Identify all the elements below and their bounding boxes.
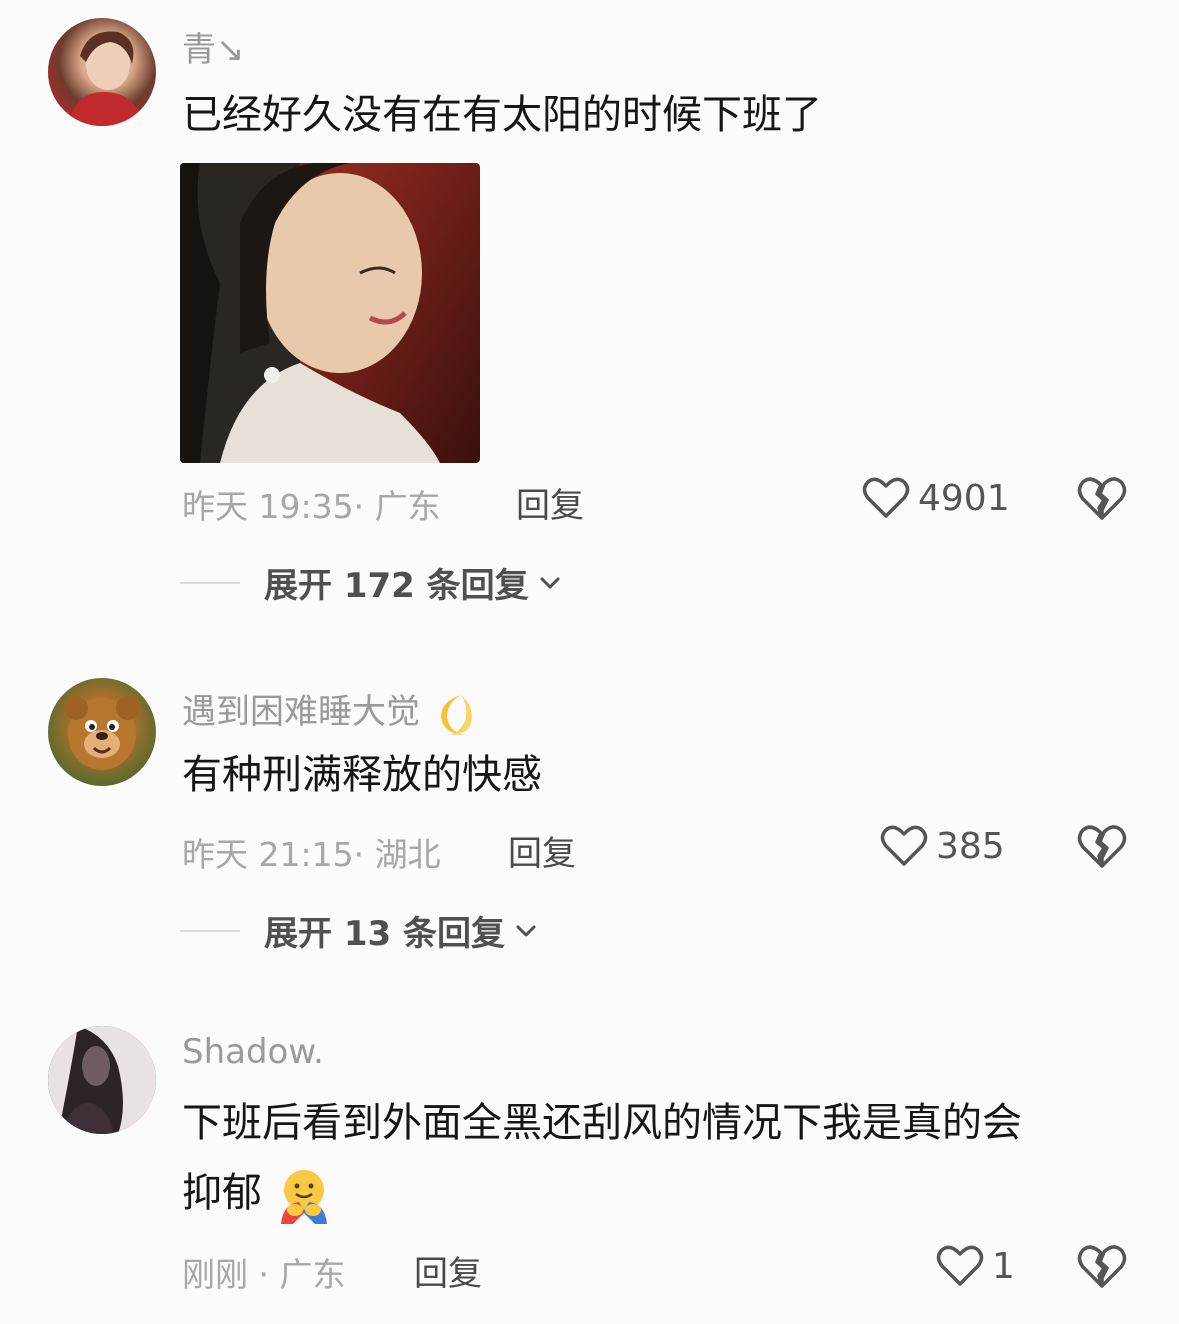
like-count: 385 (936, 825, 1005, 867)
avatar[interactable] (48, 1026, 156, 1134)
comment-text-line2: 抑郁 (182, 1158, 1142, 1228)
comment-text: 有种刑满释放的快感 (182, 752, 542, 798)
dislike-button[interactable] (1077, 1242, 1127, 1294)
username[interactable]: Shadow. (182, 1032, 324, 1072)
reply-button[interactable]: 回复 (414, 1246, 482, 1295)
chevron-down-icon (516, 925, 536, 936)
heart-outline-icon (880, 825, 928, 866)
like-button[interactable]: 385 (880, 822, 1005, 870)
expand-replies[interactable]: 展开 172 条回复 (180, 558, 563, 607)
comment-text: 已经好久没有在有太阳的时候下班了 (182, 92, 822, 138)
broken-heart-icon (1077, 1245, 1127, 1288)
heart-outline-icon (862, 477, 910, 518)
username-text: 遇到困难睡大觉 (182, 692, 420, 732)
expand-replies-label: 展开 172 条回复 (264, 566, 529, 606)
comment-time-location: 刚刚 · 广东 (182, 1255, 346, 1294)
reply-button[interactable]: 回复 (516, 478, 584, 527)
like-button[interactable]: 4901 (862, 474, 1010, 522)
avatar[interactable] (48, 678, 156, 786)
broken-heart-icon (1077, 477, 1127, 520)
comment-text-line2-text: 抑郁 (182, 1170, 262, 1216)
dislike-button[interactable] (1077, 474, 1127, 526)
divider-line (180, 581, 240, 584)
avatar[interactable] (48, 18, 156, 126)
like-button[interactable]: 1 (936, 1242, 1015, 1290)
reply-button[interactable]: 回复 (508, 826, 576, 875)
comment-text-line1: 下班后看到外面全黑还刮风的情况下我是真的会 (182, 1100, 1022, 1146)
hug-emoji (280, 1170, 327, 1224)
expand-replies-label: 展开 13 条回复 (264, 914, 505, 954)
comment-time-location: 昨天 21:15· 湖北 (182, 835, 441, 874)
comment-time-location: 昨天 19:35· 广东 (182, 487, 441, 526)
divider-line (180, 929, 240, 932)
moon-emoji (440, 694, 472, 735)
broken-heart-icon (1077, 825, 1127, 868)
comment-image[interactable] (180, 163, 480, 463)
comment-text: 下班后看到外面全黑还刮风的情况下我是真的会 抑郁 (182, 1088, 1142, 1228)
dislike-button[interactable] (1077, 822, 1127, 874)
username[interactable]: 遇到困难睡大觉 (182, 684, 477, 737)
expand-replies[interactable]: 展开 13 条回复 (180, 906, 539, 955)
chevron-down-icon (540, 577, 560, 588)
like-count: 1 (992, 1245, 1015, 1287)
username[interactable]: 青↘ (182, 22, 245, 71)
heart-outline-icon (936, 1245, 984, 1286)
like-count: 4901 (918, 477, 1010, 519)
